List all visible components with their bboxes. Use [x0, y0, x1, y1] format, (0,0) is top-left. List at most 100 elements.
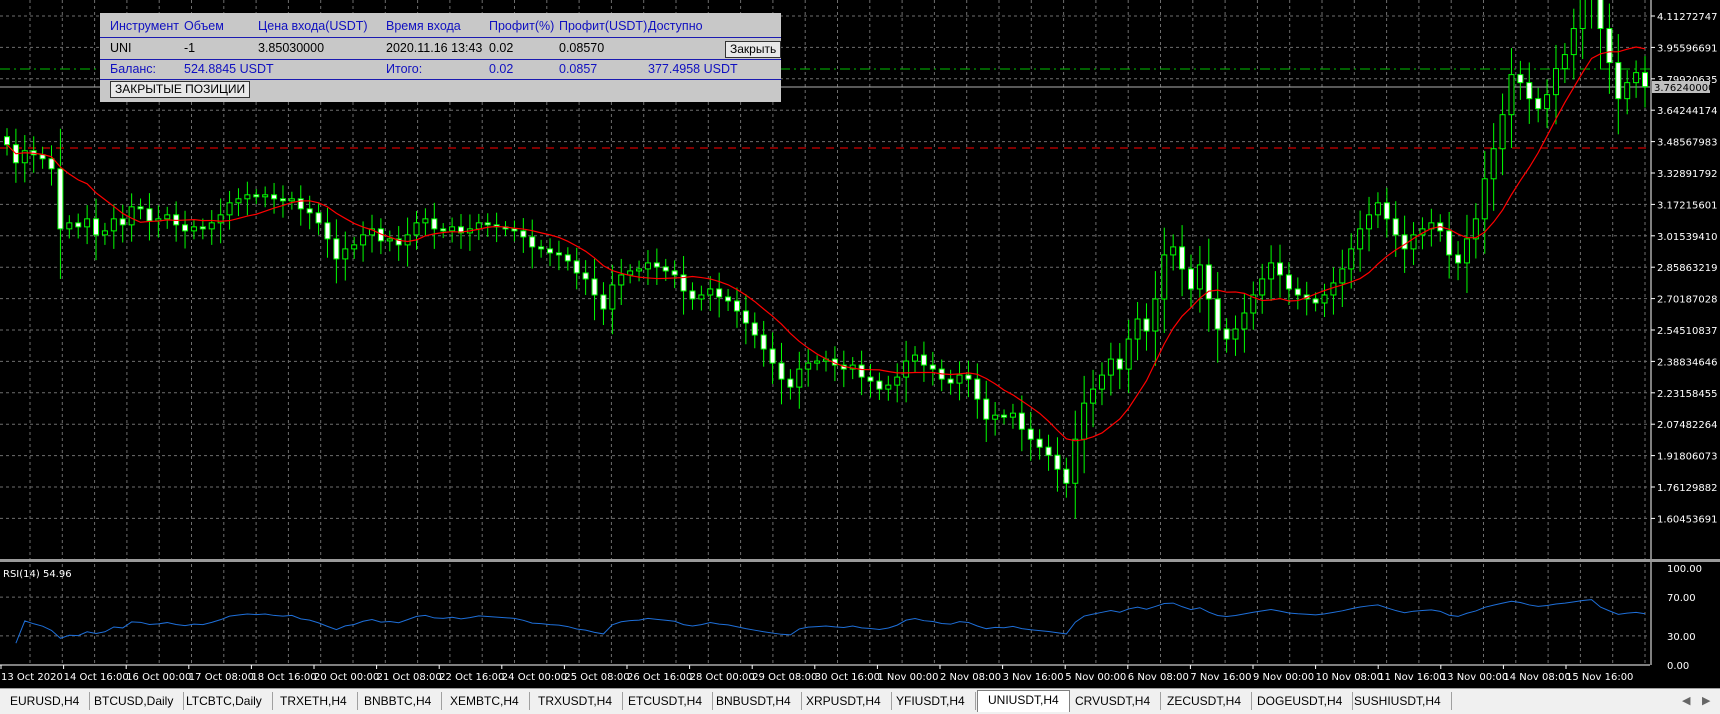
price-chart[interactable]: 4.112727473.955966913.799206353.64244174…: [0, 0, 1720, 688]
chart-tab[interactable]: BNBBTC,H4: [354, 692, 443, 710]
position-entry-time: 2020.11.16 13:43: [386, 41, 483, 55]
chart-tab[interactable]: YFIUSDT,H4: [886, 692, 976, 710]
bear-candle: [297, 198, 304, 210]
bear-candle: [591, 278, 598, 296]
bull-candle: [1348, 248, 1355, 270]
price-tick-label: 1.91806073: [1657, 452, 1717, 463]
bear-candle: [653, 262, 660, 268]
position-row: UNI -1 3.85030000 2020.11.16 13:43 0.02 …: [100, 39, 782, 58]
bear-candle: [484, 222, 491, 226]
chart-tab[interactable]: CRVUSDT,H4: [1065, 692, 1162, 710]
bull-candle: [475, 222, 482, 230]
divider: [100, 79, 781, 80]
bear-candle: [1392, 218, 1399, 236]
bull-candle: [1330, 282, 1337, 296]
chart-area[interactable]: 4.11272747 3.95596691 3.79920635 3.64244174…: [0, 0, 1720, 688]
bull-candle: [1259, 278, 1266, 296]
bear-candle: [1223, 328, 1230, 340]
bear-candle: [1455, 254, 1462, 264]
time-tick-label: 15 Nov 16:00: [1566, 672, 1633, 683]
header-instrument: Инструмент: [110, 19, 179, 33]
bear-candle: [529, 236, 536, 248]
price-tick-label: 3.32891792: [1657, 169, 1717, 180]
total-usdt: 0.0857: [559, 62, 598, 76]
time-tick-label: 25 Oct 08:00: [564, 672, 629, 683]
chart-tab[interactable]: DOGEUSDT,H4: [1247, 692, 1354, 710]
bear-candle: [1036, 438, 1043, 448]
rsi-tick-label: 70.00: [1667, 593, 1696, 604]
chart-tab[interactable]: LTCBTC,Daily: [176, 692, 273, 710]
time-tick-label: 5 Nov 00:00: [1065, 672, 1126, 683]
chart-tab[interactable]: XEMBTC,H4: [440, 692, 530, 710]
time-tick-label: 10 Nov 08:00: [1316, 672, 1383, 683]
bull-candle: [1232, 328, 1239, 340]
bear-candle: [1187, 268, 1194, 290]
bull-candle: [449, 226, 456, 232]
bear-candle: [600, 294, 607, 310]
rsi-tick-label: 0.00: [1667, 661, 1689, 672]
bear-candle: [929, 364, 936, 370]
bear-candle: [182, 224, 189, 232]
bull-candle: [66, 222, 73, 230]
price-tick-label: 2.54510837: [1657, 326, 1717, 337]
bear-candle: [1294, 288, 1301, 296]
bull-candle: [342, 248, 349, 260]
bear-candle: [965, 374, 972, 380]
bear-candle: [876, 380, 883, 390]
bear-candle: [1312, 298, 1319, 304]
bull-candle: [1552, 68, 1559, 96]
bull-candle: [1241, 312, 1248, 330]
chart-tab[interactable]: UNIUSDT,H4: [977, 690, 1070, 712]
chart-tab[interactable]: TRXUSDT,H4: [528, 692, 624, 710]
bull-candle: [1633, 72, 1640, 84]
bear-candle: [1027, 428, 1034, 440]
time-tick-label: 11 Nov 16:00: [1378, 672, 1445, 683]
bull-candle: [1499, 114, 1506, 150]
bear-candle: [1063, 468, 1070, 484]
header-entry-price: Цена входа(USDT): [258, 19, 368, 33]
total-label: Итого:: [386, 62, 423, 76]
bull-candle: [190, 226, 197, 232]
bull-candle: [226, 202, 233, 216]
closed-positions-button[interactable]: ЗАКРЫТЫЕ ПОЗИЦИИ: [110, 81, 251, 98]
chart-tab[interactable]: ZECUSDT,H4: [1157, 692, 1253, 710]
bear-candle: [858, 364, 865, 378]
bear-candle: [947, 378, 954, 384]
chart-tab[interactable]: EURUSD,H4: [0, 692, 91, 710]
trade-panel: Инструмент Объем Цена входа(USDT) Время …: [100, 13, 782, 102]
scroll-right-icon[interactable]: ▶: [1702, 694, 1710, 707]
time-tick-label: 1 Nov 00:00: [877, 672, 938, 683]
time-tick-label: 17 Oct 08:00: [189, 672, 254, 683]
bull-candle: [1107, 358, 1114, 376]
bull-candle: [1098, 374, 1105, 390]
bull-candle: [1366, 214, 1373, 230]
bull-candle: [894, 376, 901, 386]
bear-candle: [279, 198, 286, 202]
bear-candle: [93, 218, 100, 236]
bull-candle: [1072, 438, 1079, 484]
close-position-button[interactable]: Закрыть: [725, 41, 782, 58]
chart-tab[interactable]: XRPUSDT,H4: [796, 692, 892, 710]
chart-tab[interactable]: BNBUSDT,H4: [706, 692, 802, 710]
bull-candle: [110, 218, 117, 232]
bear-candle: [582, 272, 589, 280]
position-volume: -1: [184, 41, 196, 55]
bear-candle: [1606, 28, 1613, 64]
time-tick-label: 3 Nov 16:00: [1003, 672, 1064, 683]
bear-candle: [671, 270, 678, 276]
position-profit-pct: 0.02: [489, 41, 514, 55]
bull-candle: [128, 206, 135, 226]
time-tick-label: 14 Nov 08:00: [1503, 672, 1570, 683]
chart-tab[interactable]: BTCUSD,Daily: [84, 692, 185, 710]
bull-candle: [1009, 412, 1016, 418]
chart-tab[interactable]: TRXETH,H4: [270, 692, 358, 710]
time-tick-label: 30 Oct 16:00: [815, 672, 880, 683]
bear-candle: [1401, 234, 1408, 250]
chart-tab[interactable]: SUSHIUSDT,H4: [1344, 692, 1452, 710]
bear-candle: [520, 230, 527, 238]
bear-candle: [1045, 446, 1052, 456]
bear-candle: [689, 290, 696, 300]
scroll-left-icon[interactable]: ◀: [1682, 694, 1690, 707]
price-tick-label: 2.38834646: [1657, 357, 1717, 368]
chart-tab[interactable]: ETCUSDT,H4: [618, 692, 714, 710]
